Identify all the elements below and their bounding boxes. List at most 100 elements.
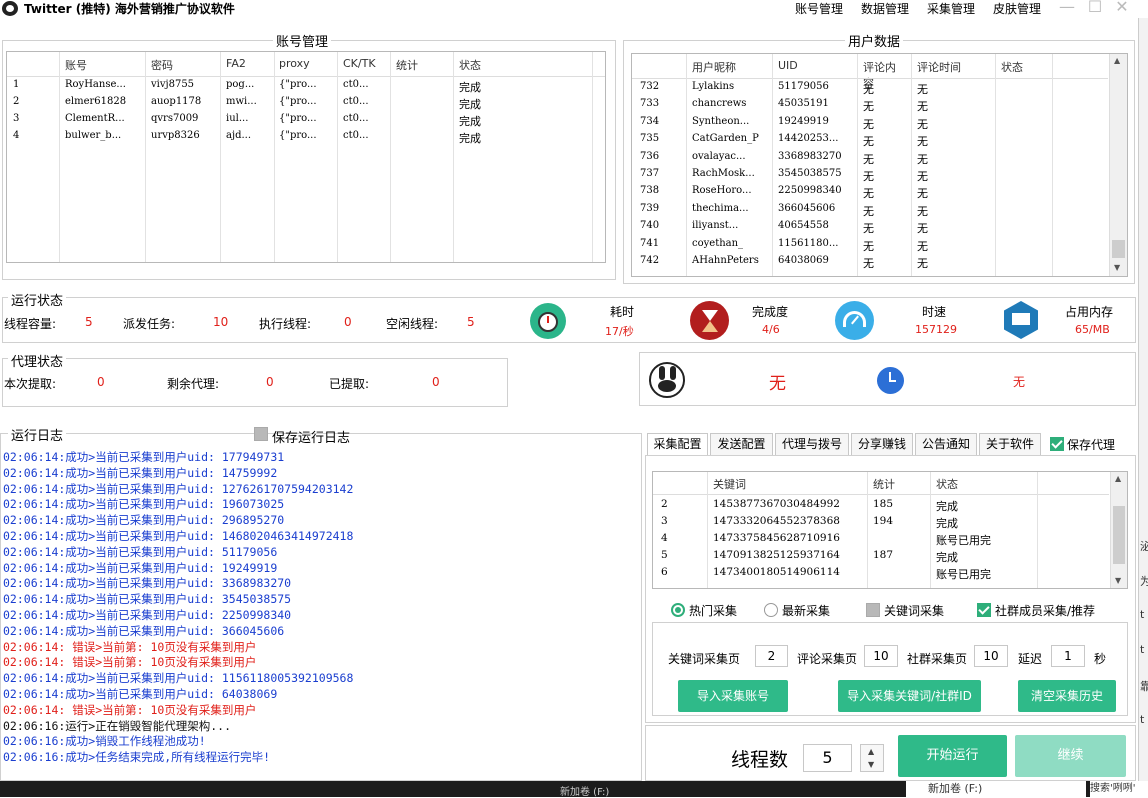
spin-up-icon[interactable]: ▲ xyxy=(868,747,874,756)
import-accounts-button[interactable]: 导入采集账号 xyxy=(678,680,788,712)
tab-notice[interactable]: 公告通知 xyxy=(915,433,977,455)
kw-scroll-down-icon[interactable]: ▼ xyxy=(1115,576,1121,585)
menu-account-manage[interactable]: 账号管理 xyxy=(795,0,843,17)
dispatch-value: 10 xyxy=(213,315,229,329)
scroll-thumb[interactable] xyxy=(1112,240,1125,258)
keyword-col-divider xyxy=(707,472,708,588)
keyword-scrollbar[interactable]: ▲ ▼ xyxy=(1110,472,1127,588)
col-user-status[interactable]: 状态 xyxy=(1001,59,1023,75)
spin-down-icon[interactable]: ▼ xyxy=(868,760,874,769)
col-keyword[interactable]: 关键词 xyxy=(713,476,746,492)
account-cell: 4 xyxy=(13,130,20,141)
clear-history-button[interactable]: 清空采集历史 xyxy=(1018,680,1116,712)
close-icon[interactable]: ✕ xyxy=(1113,0,1131,16)
keyword-cell: 2 xyxy=(661,498,668,510)
col-kw-stat[interactable]: 统计 xyxy=(873,476,895,492)
hot-collect-radio[interactable] xyxy=(671,603,685,617)
keyword-cell: 1473332064552378368 xyxy=(713,515,840,527)
user-cell: 738 xyxy=(640,185,660,197)
account-cell: bulwer_b... xyxy=(65,130,122,141)
account-cell: ct0... xyxy=(343,96,369,107)
account-table[interactable]: 账号 密码 FA2 proxy CK/TK 统计 状态 1 RoyHanse...… xyxy=(6,51,606,263)
user-table[interactable]: 用户昵称 UID 评论内容 评论时间 状态 732 Lylakins 5117905… xyxy=(631,53,1128,277)
save-log-label[interactable]: 保存运行日志 xyxy=(272,427,350,446)
keyword-table[interactable]: 关键词 统计 状态 2 1453877367030484992 185 完成 3 1473… xyxy=(652,471,1128,589)
tab-about[interactable]: 关于软件 xyxy=(979,433,1041,455)
account-cell: 完成 xyxy=(459,98,481,111)
import-keywords-button[interactable]: 导入采集关键词/社群ID xyxy=(838,680,981,712)
comment-pages-input[interactable]: 10 xyxy=(864,645,898,667)
tab-send-config[interactable]: 发送配置 xyxy=(710,433,773,455)
log-output[interactable]: 02:06:14:成功>当前已采集到用户uid: 177949731 02:06:… xyxy=(0,450,640,780)
col-cktk[interactable]: CK/TK xyxy=(343,57,376,70)
kw-pages-input[interactable]: 2 xyxy=(755,645,788,667)
col-uid[interactable]: UID xyxy=(778,59,798,72)
keyword-collect-label[interactable]: 关键词采集 xyxy=(884,602,944,619)
col-comment-time[interactable]: 评论时间 xyxy=(917,59,961,75)
community-collect-checkbox[interactable] xyxy=(977,603,991,617)
menu-data-manage[interactable]: 数据管理 xyxy=(861,0,909,17)
memory-value: 65/MB xyxy=(1075,323,1110,336)
user-cell: 无 xyxy=(917,204,928,218)
speed-label: 时速 xyxy=(922,305,947,319)
log-line: 02:06:14:成功>当前已采集到用户uid: 146802046341497… xyxy=(3,529,354,543)
continue-button[interactable]: 继续 xyxy=(1015,735,1126,777)
thread-count-spinner[interactable]: ▲ ▼ xyxy=(860,744,884,772)
menu-skin-manage[interactable]: 皮肤管理 xyxy=(993,0,1041,17)
keyword-cell: 完成 xyxy=(936,551,958,564)
delay-input[interactable]: 1 xyxy=(1051,645,1085,667)
community-pages-label: 社群采集页 xyxy=(907,652,968,666)
user-cell: 无 xyxy=(917,170,928,183)
scroll-down-icon[interactable]: ▼ xyxy=(1114,263,1120,272)
col-password[interactable]: 密码 xyxy=(151,57,173,73)
taskbar-item-drive[interactable]: 新加卷 (F:) xyxy=(560,783,609,798)
keyword-cell: 187 xyxy=(873,549,894,561)
col-proxy[interactable]: proxy xyxy=(279,57,310,70)
save-proxy-checkbox[interactable] xyxy=(1050,437,1064,451)
user-cell: 无 xyxy=(917,187,928,201)
taskbar: 新加卷 (F:) 新加卷 (F:) 搜索'咧咧' xyxy=(0,781,1148,798)
kw-scroll-thumb[interactable] xyxy=(1113,506,1125,564)
taskbar-search[interactable]: 搜索'咧咧' xyxy=(1090,781,1148,797)
col-account[interactable]: 账号 xyxy=(65,57,87,73)
menu-collect-manage[interactable]: 采集管理 xyxy=(927,0,975,17)
user-cell: 无 xyxy=(863,257,874,270)
account-cell: qvrs7009 xyxy=(151,113,199,124)
col-nickname[interactable]: 用户昵称 xyxy=(692,59,736,75)
col-stat[interactable]: 统计 xyxy=(396,57,418,73)
user-cell: 3368983270 xyxy=(778,150,842,162)
community-collect-label[interactable]: 社群成员采集/推荐 xyxy=(995,602,1095,619)
keyword-col-divider xyxy=(1037,472,1038,588)
community-pages-input[interactable]: 10 xyxy=(974,645,1008,667)
app-logo-icon xyxy=(2,1,18,16)
scroll-up-icon[interactable]: ▲ xyxy=(1114,56,1120,65)
hot-collect-label[interactable]: 热门采集 xyxy=(689,602,737,619)
thread-count-input[interactable]: 5 xyxy=(803,744,852,772)
user-cell: 无 xyxy=(863,222,874,236)
save-log-checkbox[interactable] xyxy=(254,427,268,441)
col-kw-status[interactable]: 状态 xyxy=(936,476,958,492)
col-fa2[interactable]: FA2 xyxy=(226,57,246,70)
user-cell: 无 xyxy=(917,239,928,253)
keyword-collect-checkbox[interactable] xyxy=(866,603,880,617)
user-cell: 19249919 xyxy=(778,115,829,127)
user-table-scrollbar[interactable]: ▲ ▼ xyxy=(1109,54,1127,276)
minimize-icon[interactable]: — xyxy=(1058,0,1076,16)
kw-scroll-up-icon[interactable]: ▲ xyxy=(1115,474,1121,483)
start-run-button[interactable]: 开始运行 xyxy=(898,735,1007,777)
tab-collect-config[interactable]: 采集配置 xyxy=(647,433,708,455)
save-proxy-label[interactable]: 保存代理 xyxy=(1067,436,1115,453)
account-cell: ct0... xyxy=(343,130,369,141)
account-cell: urvp8326 xyxy=(151,130,200,141)
log-line: 02:06:14:成功>当前已采集到用户uid: 115611800539210… xyxy=(3,671,354,686)
taskbar-item-drive-2[interactable]: 新加卷 (F:) xyxy=(906,781,1086,797)
col-status[interactable]: 状态 xyxy=(459,57,481,73)
latest-collect-radio[interactable] xyxy=(764,603,778,617)
maximize-icon[interactable]: ☐ xyxy=(1086,0,1104,16)
remain-value: 0 xyxy=(266,375,274,389)
latest-collect-label[interactable]: 最新采集 xyxy=(782,602,830,619)
tab-share-earn[interactable]: 分享赚钱 xyxy=(851,433,913,455)
log-line: 02:06:14:成功>当前已采集到用户uid: 3545038575 xyxy=(3,592,292,607)
tab-proxy-dial[interactable]: 代理与拨号 xyxy=(775,433,849,455)
user-cell: ovalayac... xyxy=(692,150,746,162)
